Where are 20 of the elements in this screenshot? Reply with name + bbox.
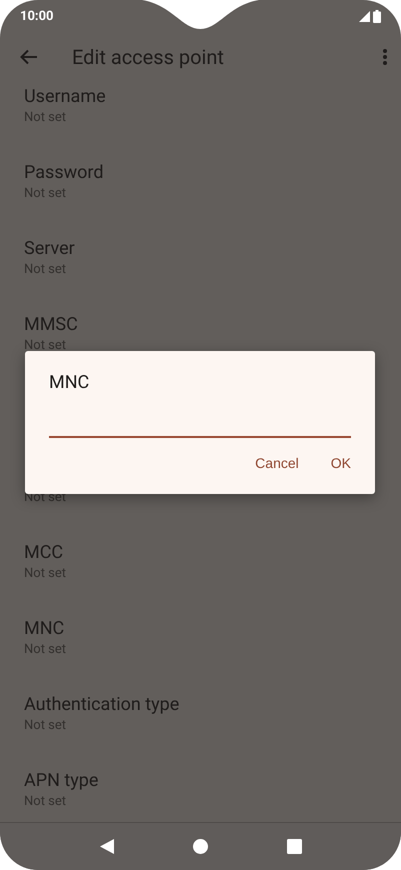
more-options-icon [383, 49, 387, 65]
setting-title: APN type [24, 770, 98, 791]
ok-button[interactable]: OK [318, 446, 363, 480]
setting-title: Password [24, 162, 104, 183]
setting-title: Username [24, 86, 106, 107]
recents-nav-icon[interactable] [286, 839, 302, 854]
cancel-button[interactable]: Cancel [243, 446, 311, 480]
setting-title: MCC [24, 542, 64, 563]
dialog-title: MNC [49, 371, 90, 395]
setting-title: Server [24, 238, 75, 259]
home-nav-icon[interactable] [192, 839, 208, 854]
back-arrow-icon [20, 49, 38, 65]
status-time: 10:00 [20, 8, 54, 24]
signal-icon [359, 10, 370, 22]
setting-title: MNC [24, 618, 64, 639]
screen-title: Edit access point [72, 45, 225, 69]
setting-title: MMSC [24, 314, 78, 335]
back-nav-icon[interactable] [100, 839, 114, 854]
battery-icon [373, 10, 381, 22]
setting-title: Authentication type [24, 694, 180, 715]
